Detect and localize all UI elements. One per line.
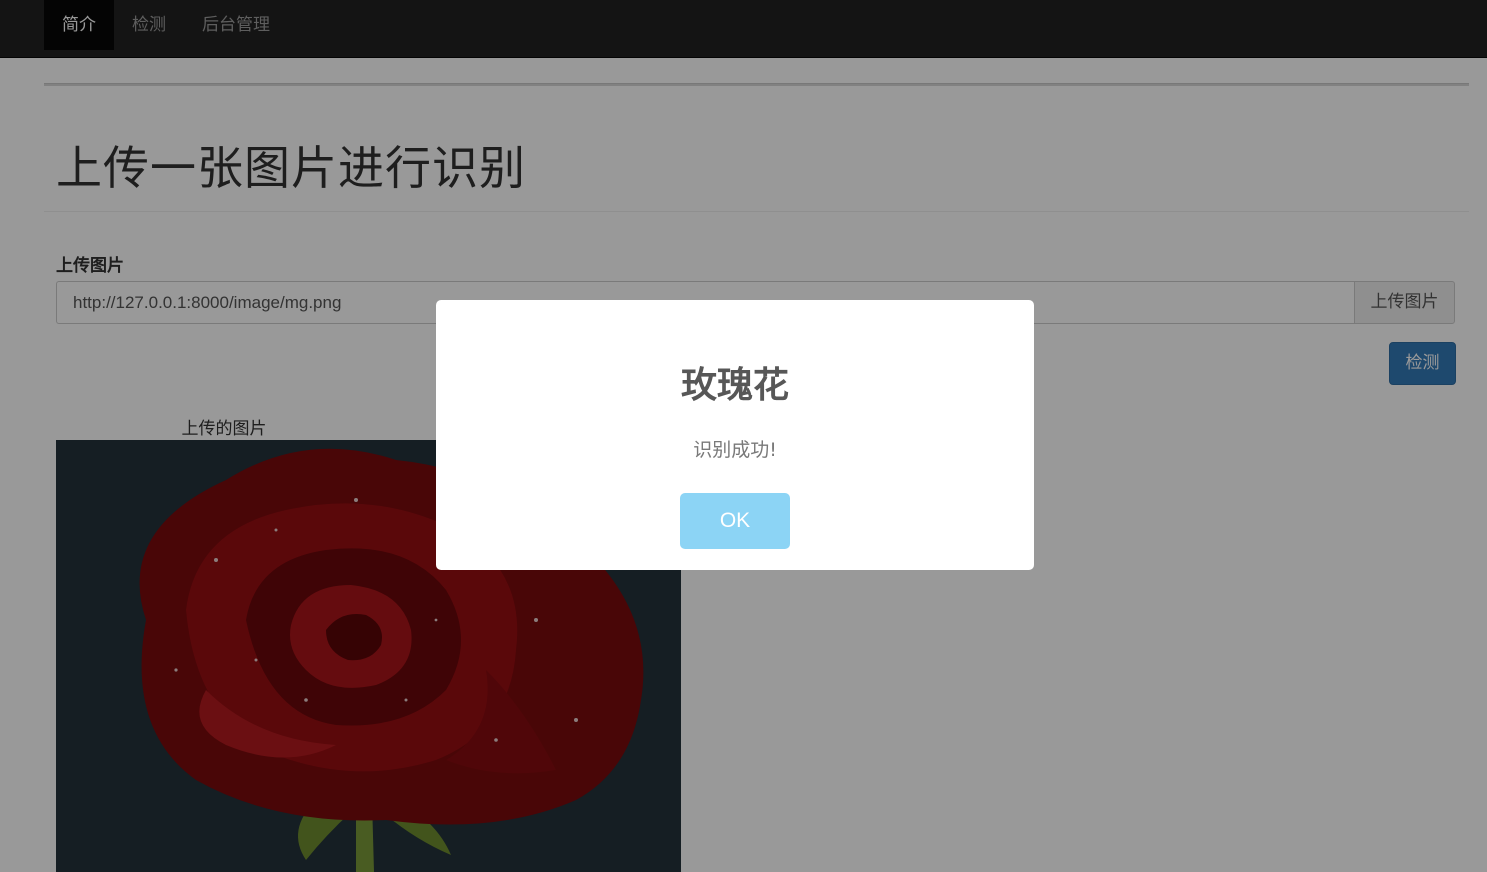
dialog-message: 识别成功! xyxy=(693,439,777,461)
dialog-title: 玫瑰花 xyxy=(680,365,789,406)
ok-button[interactable]: OK xyxy=(680,493,790,549)
result-dialog: 玫瑰花 识别成功! OK xyxy=(436,300,1034,570)
